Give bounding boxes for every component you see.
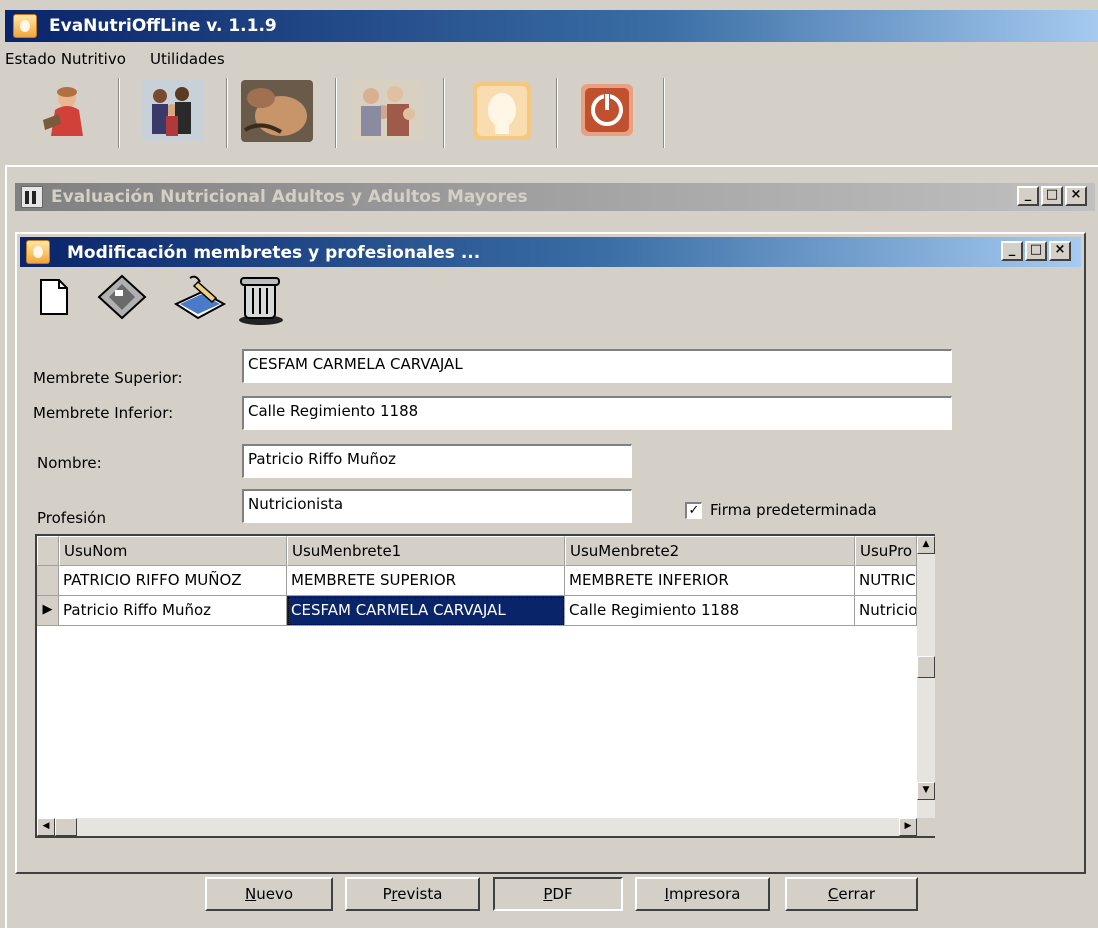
current-row-arrow-icon[interactable]: ▶	[37, 596, 59, 626]
minimize-button[interactable]: _	[1017, 186, 1039, 206]
grid-row-indicator[interactable]	[37, 566, 59, 596]
profesion-field[interactable]: Nutricionista	[242, 489, 632, 523]
horizontal-scrollbar[interactable]: ◀ ▶	[37, 818, 917, 836]
app-title: EvaNutriOffLine v. 1.1.9	[49, 16, 277, 36]
nuevo-button[interactable]: Nuevo	[205, 877, 333, 911]
scroll-down-icon[interactable]: ▼	[917, 782, 935, 800]
mdi-title: Evaluación Nutricional Adultos y Adultos…	[51, 187, 528, 207]
table-cell[interactable]: PATRICIO RIFFO MUÑOZ	[59, 566, 287, 596]
maximize-button[interactable]: □	[1041, 186, 1063, 206]
membrete-inferior-label: Membrete Inferior:	[33, 404, 174, 422]
app-titlebar[interactable]: EvaNutriOffLine v. 1.1.9	[5, 10, 1098, 42]
scroll-up-icon[interactable]: ▲	[917, 536, 935, 554]
main-toolbar	[5, 74, 1098, 160]
pregnancy-icon[interactable]	[241, 80, 313, 142]
grid-header-usupro[interactable]: UsuPro	[855, 536, 917, 566]
dialog-close-button[interactable]: ×	[1049, 241, 1071, 261]
profesion-label: Profesión	[37, 509, 106, 527]
power-icon[interactable]	[579, 82, 635, 138]
dialog-minimize-button[interactable]: _	[1001, 241, 1023, 261]
dialog-window: Modificación membretes y profesionales .…	[15, 232, 1086, 874]
pdf-button[interactable]: PDF	[493, 877, 623, 911]
impresora-button[interactable]: Impresora	[635, 877, 770, 911]
hscroll-thumb[interactable]	[55, 818, 77, 836]
grid-header-usumenbrete1[interactable]: UsuMenbrete1	[287, 536, 565, 566]
vertical-scrollbar[interactable]: ▲ ▼	[917, 536, 935, 836]
table-cell-selected[interactable]: CESFAM CARMELA CARVAJAL	[287, 596, 565, 626]
close-button[interactable]: ×	[1065, 186, 1087, 206]
dialog-logo-icon	[26, 240, 50, 264]
table-cell[interactable]: Calle Regimiento 1188	[565, 596, 855, 626]
firma-predeterminada-checkbox[interactable]: ✓	[685, 502, 702, 519]
head-profile-icon[interactable]	[471, 80, 533, 142]
app-window: EvaNutriOffLine v. 1.1.9 Estado Nutritiv…	[0, 0, 1098, 941]
membrete-superior-label: Membrete Superior:	[33, 369, 183, 387]
dialog-maximize-button[interactable]: □	[1025, 241, 1047, 261]
menu-estado-nutritivo[interactable]: Estado Nutritivo	[5, 50, 126, 68]
scroll-right-icon[interactable]: ▶	[899, 818, 917, 836]
save-disk-icon[interactable]	[97, 274, 147, 324]
table-cell[interactable]: NUTRIC	[855, 566, 917, 596]
scroll-thumb[interactable]	[917, 656, 935, 678]
family-icon[interactable]	[142, 80, 204, 142]
firma-predeterminada-label: Firma predeterminada	[710, 501, 877, 519]
table-cell[interactable]: Patricio Riffo Muñoz	[59, 596, 287, 626]
menu-utilidades[interactable]: Utilidades	[150, 50, 225, 68]
mdi-titlebar[interactable]: Evaluación Nutricional Adultos y Adultos…	[15, 183, 1095, 211]
table-cell[interactable]: Nutricio	[855, 596, 917, 626]
cerrar-button[interactable]: Cerrar	[785, 877, 918, 911]
grid-corner	[37, 536, 59, 566]
dialog-title: Modificación membretes y profesionales .…	[67, 243, 481, 263]
books-icon	[21, 186, 43, 208]
membrete-superior-field[interactable]: CESFAM CARMELA CARVAJAL	[242, 349, 952, 383]
nombre-field[interactable]: Patricio Riffo Muñoz	[242, 444, 632, 478]
prevista-button[interactable]: Prevista	[345, 877, 480, 911]
grid-header-usumenbrete2[interactable]: UsuMenbrete2	[565, 536, 855, 566]
scroll-left-icon[interactable]: ◀	[37, 818, 55, 836]
app-logo-icon	[13, 14, 37, 38]
menu-bar: Estado Nutritivo Utilidades	[5, 44, 1098, 70]
trash-icon[interactable]	[237, 272, 287, 330]
nombre-label: Nombre:	[37, 454, 102, 472]
membrete-inferior-field[interactable]: Calle Regimiento 1188	[242, 396, 952, 430]
grid-header-usunom[interactable]: UsuNom	[59, 536, 287, 566]
data-grid[interactable]: UsuNom UsuMenbrete1 UsuMenbrete2 UsuPro …	[35, 534, 935, 838]
new-document-icon[interactable]	[39, 278, 69, 320]
scroll-corner	[917, 818, 935, 836]
dialog-titlebar[interactable]: Modificación membretes y profesionales .…	[20, 237, 1081, 267]
elderly-icon[interactable]	[351, 80, 423, 142]
table-cell[interactable]: MEMBRETE SUPERIOR	[287, 566, 565, 596]
screen-bottom-strip	[0, 928, 1098, 941]
edit-pencil-icon[interactable]	[172, 274, 228, 326]
table-cell[interactable]: MEMBRETE INFERIOR	[565, 566, 855, 596]
child-icon[interactable]	[35, 80, 97, 142]
